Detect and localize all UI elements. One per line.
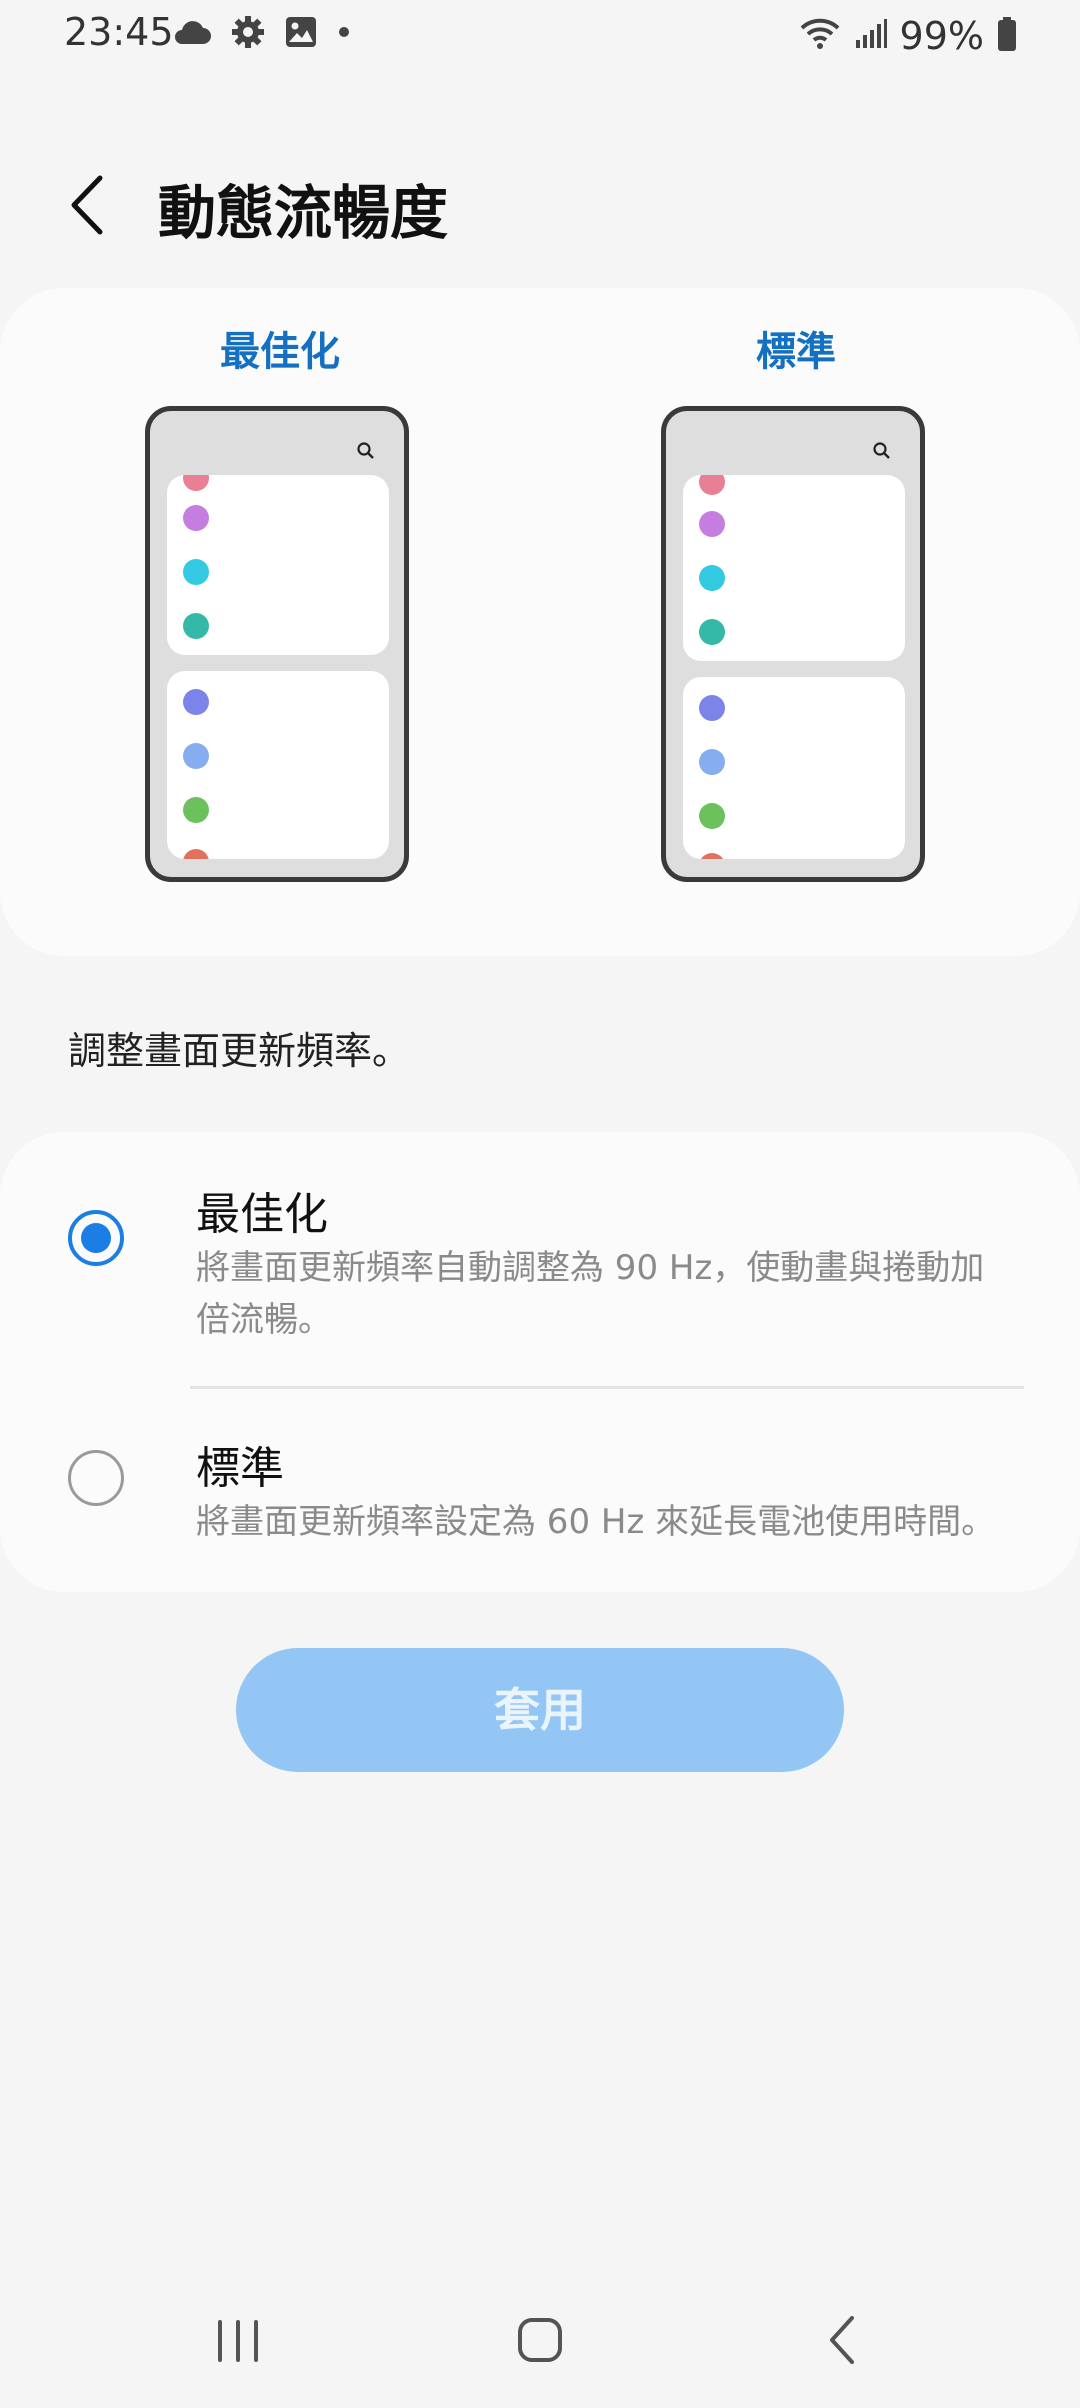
list-dot xyxy=(183,689,209,715)
radio-standard[interactable] xyxy=(68,1450,124,1506)
status-bar: 23:45 99% xyxy=(0,0,1080,72)
list-dot xyxy=(183,849,209,859)
back-button[interactable] xyxy=(60,170,120,240)
screen: 23:45 99% 動態流暢度 最佳化 標準 調整畫面更新頻率。 最佳化 將畫面… xyxy=(0,0,1080,2408)
list-dot xyxy=(699,619,725,645)
radio-optimized[interactable] xyxy=(68,1210,124,1266)
preview-card: 最佳化 標準 xyxy=(0,288,1080,956)
home-icon xyxy=(518,2318,562,2362)
back-nav-button[interactable] xyxy=(802,2300,882,2380)
home-button[interactable] xyxy=(500,2300,580,2380)
list-dot xyxy=(699,565,725,591)
list-dot xyxy=(183,743,209,769)
preview-label-standard: 標準 xyxy=(756,329,836,375)
header: 動態流暢度 xyxy=(0,150,1080,260)
status-icons-right: 99% xyxy=(798,14,1018,58)
option-subtitle: 將畫面更新頻率設定為 60 Hz 來延長電池使用時間。 xyxy=(196,1502,996,1542)
back-icon xyxy=(830,2316,854,2364)
list-dot xyxy=(699,803,725,829)
list-dot xyxy=(183,559,209,585)
preview-panel xyxy=(167,475,389,655)
list-dot xyxy=(699,511,725,537)
signal-icon xyxy=(854,18,888,54)
search-icon xyxy=(872,441,892,465)
option-optimized[interactable]: 最佳化 將畫面更新頻率自動調整為 90 Hz，使動畫與捲動加倍流暢。 xyxy=(0,1178,1080,1348)
phone-illustration xyxy=(661,406,925,882)
image-icon xyxy=(284,15,318,53)
list-dot xyxy=(699,695,725,721)
list-dot xyxy=(183,797,209,823)
list-dot xyxy=(699,749,725,775)
recent-apps-button[interactable] xyxy=(198,2300,278,2380)
option-subtitle: 將畫面更新頻率自動調整為 90 Hz，使動畫與捲動加倍流暢。 xyxy=(196,1248,985,1340)
notification-dot-icon xyxy=(336,24,352,44)
list-dot xyxy=(183,613,209,639)
preview-optimized: 最佳化 xyxy=(140,324,420,882)
preview-panel xyxy=(683,475,905,661)
navigation-bar xyxy=(0,2300,1080,2380)
option-title: 最佳化 xyxy=(196,1189,328,1240)
page-title: 動態流暢度 xyxy=(158,179,449,247)
status-time: 23:45 xyxy=(64,10,174,54)
search-icon xyxy=(356,441,376,465)
preview-label-optimized: 最佳化 xyxy=(220,329,340,375)
phone-illustration xyxy=(145,406,409,882)
preview-panel xyxy=(167,671,389,859)
gear-icon xyxy=(230,14,266,54)
cloud-icon xyxy=(172,18,212,50)
option-standard[interactable]: 標準 將畫面更新頻率設定為 60 Hz 來延長電池使用時間。 xyxy=(0,1432,1080,1562)
wifi-icon xyxy=(798,16,842,56)
status-icons-left xyxy=(172,14,352,54)
description-text: 調整畫面更新頻率。 xyxy=(68,1029,411,1073)
battery-percent: 99% xyxy=(899,14,984,58)
options-card: 最佳化 將畫面更新頻率自動調整為 90 Hz，使動畫與捲動加倍流暢。 標準 將畫… xyxy=(0,1132,1080,1592)
list-dot xyxy=(699,853,725,859)
apply-button[interactable]: 套用 xyxy=(236,1648,844,1772)
list-dot xyxy=(183,475,209,491)
option-title: 標準 xyxy=(196,1443,284,1494)
recent-apps-icon xyxy=(218,2320,258,2362)
chevron-left-icon xyxy=(71,175,103,235)
list-dot xyxy=(183,505,209,531)
list-dot xyxy=(699,475,725,495)
battery-icon xyxy=(996,16,1018,56)
divider xyxy=(190,1386,1024,1389)
preview-standard: 標準 xyxy=(656,324,936,882)
preview-panel xyxy=(683,677,905,859)
